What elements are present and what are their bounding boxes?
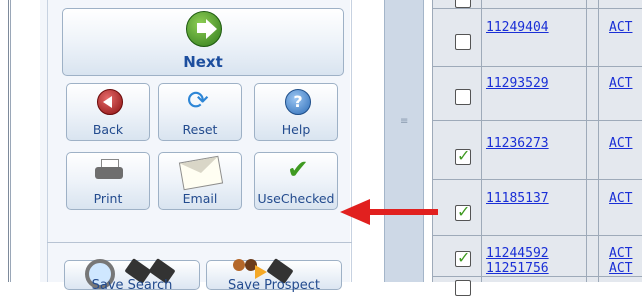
panel-right-divider <box>351 0 352 282</box>
reset-label: Reset <box>182 122 218 137</box>
grid-column-divider <box>586 0 587 282</box>
save-search-button[interactable]: Save Search <box>64 258 200 293</box>
reset-button[interactable]: ⟳ Reset <box>158 83 242 141</box>
row-status-link[interactable]: ACT <box>609 191 632 206</box>
print-button[interactable]: Print <box>66 152 150 210</box>
usechecked-button[interactable]: ✔ UseChecked <box>254 152 338 210</box>
panel-splitter[interactable] <box>384 0 424 282</box>
envelope-icon <box>178 155 224 191</box>
row-checkbox-checked[interactable] <box>455 146 471 165</box>
row-id-link[interactable]: 11185137 <box>486 191 549 206</box>
panel-left-divider <box>47 0 48 282</box>
print-label: Print <box>93 191 123 206</box>
row-status-link[interactable]: ACT <box>609 20 632 35</box>
help-label: Help <box>281 122 311 137</box>
outer-border <box>8 0 9 282</box>
save-search-label: Save Search <box>91 278 173 293</box>
row-checkbox-checked[interactable] <box>455 248 471 267</box>
save-prospect-button[interactable]: Save Prospect <box>206 258 342 293</box>
row-checkbox[interactable] <box>455 34 471 50</box>
row-id-link[interactable]: 11293529 <box>486 76 549 91</box>
help-button[interactable]: ? Help <box>254 83 338 141</box>
splitter-grip-icon[interactable]: ≡ <box>400 117 410 134</box>
right-arrow-circle-icon <box>186 11 222 47</box>
email-label: Email <box>182 191 218 206</box>
left-arrow-circle-icon <box>97 89 123 115</box>
grid-row-divider <box>432 179 642 180</box>
row-checkbox[interactable] <box>455 280 471 296</box>
arrow-icon <box>255 265 267 279</box>
row-status-link[interactable]: ACT <box>609 246 632 261</box>
left-rail <box>0 0 11 282</box>
printer-icon <box>93 157 125 185</box>
next-label: Next <box>183 53 223 71</box>
question-mark-icon: ? <box>285 89 311 115</box>
back-label: Back <box>92 122 124 137</box>
grid-row-divider <box>432 276 642 277</box>
checkmark-icon: ✔ <box>287 155 309 185</box>
email-button[interactable]: Email <box>158 152 242 210</box>
grid-row-divider <box>432 66 642 67</box>
row-checkbox[interactable] <box>455 89 471 105</box>
row-status-link[interactable]: ACT <box>609 261 632 276</box>
printer-body <box>95 167 123 179</box>
annotation-arrow-shaft <box>368 209 438 215</box>
row-id-link[interactable]: 11251756 <box>486 261 549 276</box>
row-id-link[interactable]: 11236273 <box>486 136 549 151</box>
grid-row-divider <box>432 120 642 121</box>
row-id-link[interactable]: 11244592 <box>486 246 549 261</box>
row-checkbox[interactable] <box>455 0 471 8</box>
refresh-icon: ⟳ <box>187 86 209 116</box>
panel-separator <box>47 242 352 243</box>
screen: Next Back ⟳ Reset ? Help Print Email ✔ U… <box>0 0 642 296</box>
row-status-link[interactable]: ACT <box>609 136 632 151</box>
annotation-arrow-head <box>340 199 370 225</box>
grid-row-divider <box>432 235 642 236</box>
row-status-link[interactable]: ACT <box>609 76 632 91</box>
grid-column-divider <box>598 0 599 282</box>
row-id-link[interactable]: 11249404 <box>486 20 549 35</box>
right-arrow-head <box>206 19 217 39</box>
grid-column-divider <box>481 0 482 282</box>
row-checkbox-checked[interactable] <box>455 202 471 221</box>
save-prospect-label: Save Prospect <box>228 278 320 293</box>
usechecked-label: UseChecked <box>257 191 335 206</box>
grid-row-divider <box>432 8 642 9</box>
back-button[interactable]: Back <box>66 83 150 141</box>
next-button[interactable]: Next <box>62 8 344 76</box>
